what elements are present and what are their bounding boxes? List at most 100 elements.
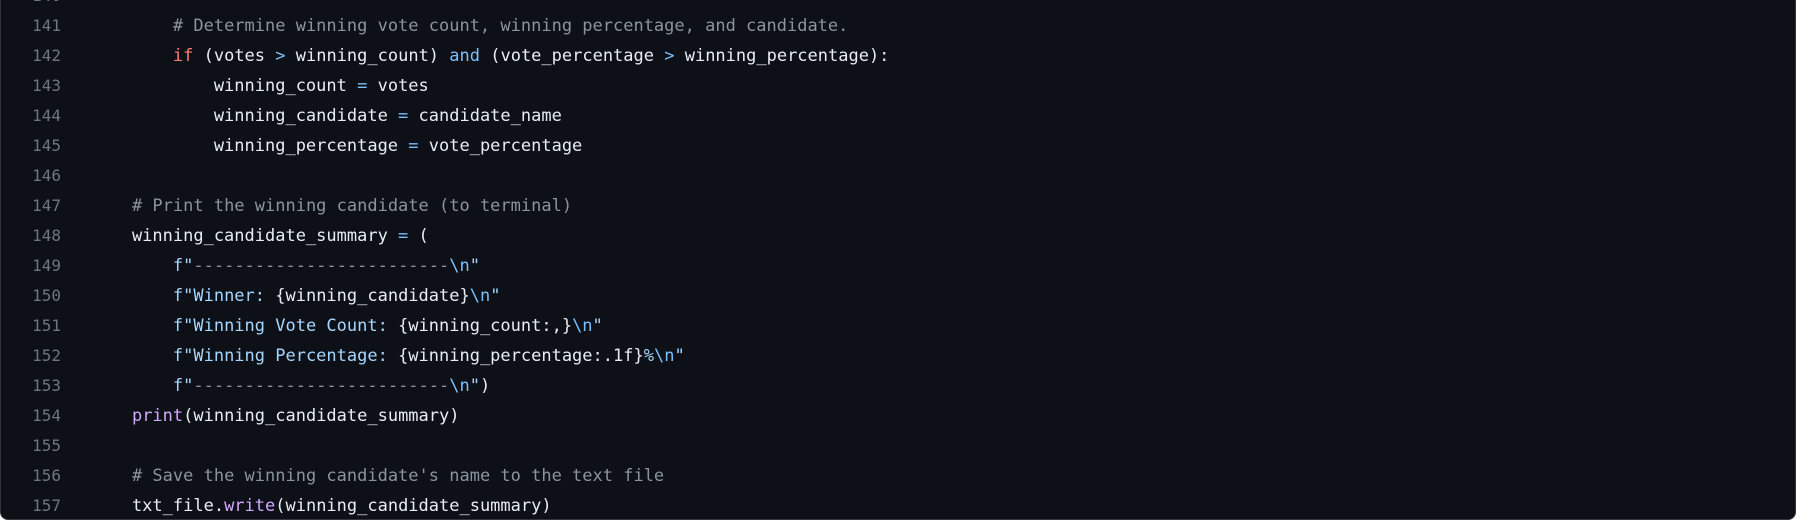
code-token: % [643,346,654,366]
code-token: # Print the winning candidate (to termin… [131,196,573,216]
code-line: 146 [1,161,1795,191]
code-token: = [408,136,419,156]
code-token: {winning_count:,} [398,316,573,336]
code-token: f"Winning Vote Count: [172,316,399,336]
code-line: 148 winning_candidate_summary = ( [1,221,1795,251]
code-token: f"Winner: [172,286,276,306]
code-token: winning_percentage [91,136,409,156]
code-line: 140 [1,0,1795,11]
code-token: \n [449,256,470,276]
code-token: write [224,496,276,516]
code-token: {winning_percentage:.1f} [398,346,644,366]
line-number[interactable]: 152 [1,341,61,371]
code-token: {winning_candidate} [275,286,470,306]
line-number[interactable]: 141 [1,11,61,41]
code-token: vote_percentage [418,136,583,156]
line-code: f"-------------------------\n" [91,251,480,281]
code-token: # Save the winning candidate's name to t… [131,466,665,486]
code-token: winning_count [91,76,358,96]
line-number[interactable]: 155 [1,431,61,461]
line-number[interactable]: 156 [1,461,61,491]
line-number[interactable]: 148 [1,221,61,251]
code-lines: 140141 # Determine winning vote count, w… [1,0,1795,519]
code-token: (votes [193,46,276,66]
line-code: winning_candidate = candidate_name [91,101,562,131]
line-number[interactable]: 146 [1,161,61,191]
line-number[interactable]: 143 [1,71,61,101]
code-token: winning_count) [285,46,450,66]
code-token: ------------------------- [193,256,450,276]
code-line: 153 f"-------------------------\n") [1,371,1795,401]
line-code: f"-------------------------\n") [91,371,490,401]
code-token: \n [469,286,491,306]
code-token: candidate_name [408,106,562,126]
code-token: (winning_candidate_summary) [183,406,460,426]
code-line: 142 if (votes > winning_count) and (vote… [1,41,1795,71]
code-token: \n [572,316,593,336]
code-line: 151 f"Winning Vote Count: {winning_count… [1,311,1795,341]
line-number[interactable]: 151 [1,311,61,341]
code-line: 157 txt_file.write(winning_candidate_sum… [1,491,1795,519]
line-number[interactable]: 149 [1,251,61,281]
line-code: print(winning_candidate_summary) [91,401,460,431]
line-code: # Save the winning candidate's name to t… [91,461,664,491]
code-token: \n [449,376,470,396]
line-number[interactable]: 144 [1,101,61,131]
code-token: " [592,316,603,336]
line-code: winning_candidate_summary = ( [91,221,429,251]
code-token: " [674,346,685,366]
code-token: ) [479,376,491,396]
code-line: 154 print(winning_candidate_summary) [1,401,1795,431]
code-token: > [664,46,675,66]
code-line: 141 # Determine winning vote count, winn… [1,11,1795,41]
line-number[interactable]: 140 [1,0,61,11]
code-token: f" [172,256,194,276]
code-token: (winning_candidate_summary) [275,496,552,516]
code-token: txt_file. [91,496,225,516]
line-number[interactable]: 154 [1,401,61,431]
code-line: 143 winning_count = votes [1,71,1795,101]
code-token: winning_candidate [91,106,399,126]
code-token: votes [367,76,429,96]
code-line: 144 winning_candidate = candidate_name [1,101,1795,131]
code-line: 145 winning_percentage = vote_percentage [1,131,1795,161]
code-token: ------------------------- [193,376,450,396]
line-code: f"Winning Vote Count: {winning_count:,}\… [91,311,603,341]
code-token: " [469,376,480,396]
line-number[interactable]: 145 [1,131,61,161]
code-token: if [172,46,194,66]
code-token: and [449,46,480,66]
line-code: f"Winner: {winning_candidate}\n" [91,281,501,311]
code-token: > [275,46,286,66]
code-token: " [490,286,501,306]
code-line: 150 f"Winner: {winning_candidate}\n" [1,281,1795,311]
line-number[interactable]: 147 [1,191,61,221]
line-number[interactable]: 142 [1,41,61,71]
code-line: 156 # Save the winning candidate's name … [1,461,1795,491]
line-number[interactable]: 157 [1,491,61,519]
code-token: print [131,406,184,426]
code-token: = [357,76,368,96]
line-code: winning_count = votes [91,71,429,101]
code-token: \n [653,346,675,366]
code-token: f"Winning Percentage: [172,346,399,366]
code-token: # Determine winning vote count, winning … [172,16,849,36]
line-code: f"Winning Percentage: {winning_percentag… [91,341,685,371]
code-token: " [469,256,480,276]
code-token: ( [408,226,429,246]
code-token: winning_percentage): [674,46,890,66]
line-number[interactable]: 150 [1,281,61,311]
code-token: winning_candidate_summary [91,226,399,246]
line-number[interactable]: 153 [1,371,61,401]
code-line: 147 # Print the winning candidate (to te… [1,191,1795,221]
line-code: # Print the winning candidate (to termin… [91,191,572,221]
